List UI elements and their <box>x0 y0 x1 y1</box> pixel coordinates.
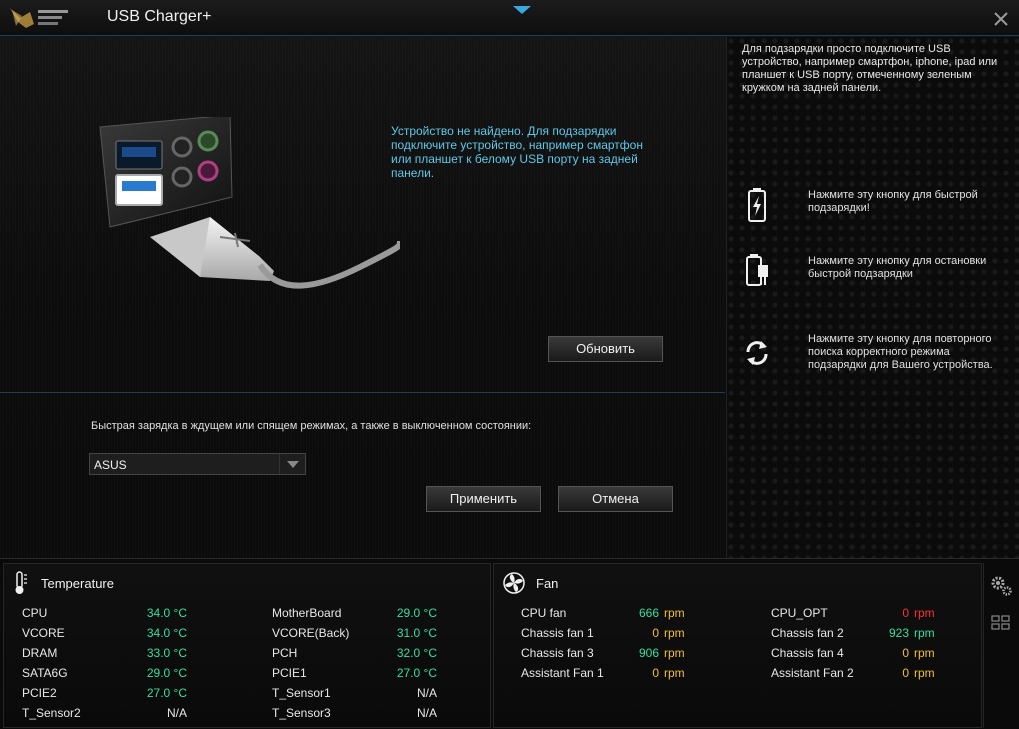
cancel-button[interactable]: Отмена <box>558 486 673 512</box>
apply-button[interactable]: Применить <box>426 486 541 512</box>
fan-label: CPU fan <box>521 606 567 620</box>
temp-label: PCIE1 <box>272 666 307 680</box>
temp-label: T_Sensor1 <box>272 686 331 700</box>
fan-unit: rpm <box>664 646 685 660</box>
collapse-arrow-icon[interactable] <box>513 6 531 14</box>
charge-mode-value: ASUS <box>94 458 127 472</box>
temp-label: DRAM <box>22 646 58 660</box>
fan-value: 0 <box>902 606 909 620</box>
fan-unit: rpm <box>914 606 935 620</box>
temp-label: SATA6G <box>22 666 68 680</box>
temp-label: T_Sensor3 <box>272 706 331 720</box>
fan-unit: rpm <box>914 646 935 660</box>
temp-value: 33.0 °C <box>146 646 187 660</box>
title-bar: USB Charger+ <box>0 0 1019 36</box>
refresh-icon[interactable] <box>742 335 772 371</box>
fan-label: Chassis fan 4 <box>771 646 844 660</box>
divider <box>0 392 725 393</box>
fan-value: 0 <box>902 646 909 660</box>
fan-value: 0 <box>652 666 659 680</box>
temp-value: 29.0 °C <box>396 606 437 620</box>
temp-value: 27.0 °C <box>146 686 187 700</box>
usb-port-illustration <box>99 117 400 289</box>
temp-label: PCH <box>272 646 298 660</box>
temperature-section: Temperature CPU 34.0 °C VCORE 34.0 °C DR… <box>3 563 491 728</box>
legend-stop-charge: Нажмите эту кнопку для остановки быстрой… <box>727 253 1019 313</box>
monitor-side-toolbar <box>983 563 1018 728</box>
temp-value: 29.0 °C <box>146 666 187 680</box>
fan-unit: rpm <box>664 666 685 680</box>
temp-label: MotherBoard <box>272 606 342 620</box>
fan-unit: rpm <box>914 666 935 680</box>
charge-mode-label: Быстрая зарядка в ждущем или спящем режи… <box>91 420 532 432</box>
fan-value: 0 <box>652 626 659 640</box>
fan-section: Fan CPU fan 666 rpm Chassis fan 1 0 rpm … <box>493 563 982 728</box>
fan-label: Assistant Fan 1 <box>521 666 604 680</box>
temp-value: N/A <box>416 706 437 720</box>
usb-charger-window: USB Charger+ Устройство не найдено. Для … <box>0 0 1019 729</box>
fan-label: Chassis fan 2 <box>771 626 844 640</box>
legend-fast-charge-text: Нажмите эту кнопку для быстрой подзарядк… <box>808 189 978 214</box>
fan-value: 923 <box>888 626 909 640</box>
legend-stop-charge-text: Нажмите эту кнопку для остановки быстрой… <box>808 255 987 280</box>
chevron-down-icon[interactable] <box>279 454 305 474</box>
fan-label: Chassis fan 3 <box>521 646 594 660</box>
fan-icon <box>503 572 525 594</box>
temp-value: 34.0 °C <box>146 626 187 640</box>
help-panel: Для подзарядки просто подключите USB уст… <box>726 37 1019 558</box>
temp-value: 27.0 °C <box>396 666 437 680</box>
legend-rescan: Нажмите эту кнопку для повторного поиска… <box>727 333 1019 393</box>
temp-label: CPU <box>22 606 48 620</box>
temp-label: VCORE(Back) <box>272 626 350 640</box>
temp-label: VCORE <box>22 626 65 640</box>
fan-label: CPU_OPT <box>771 606 828 620</box>
status-message: Устройство не найдено. Для подзарядки по… <box>391 124 643 180</box>
temp-value: 31.0 °C <box>396 626 437 640</box>
temp-value: 32.0 °C <box>396 646 437 660</box>
fan-unit: rpm <box>664 606 685 620</box>
temp-label: PCIE2 <box>22 686 57 700</box>
fan-title: Fan <box>536 576 559 591</box>
gear-icon[interactable] <box>989 573 1013 597</box>
fan-unit: rpm <box>664 626 685 640</box>
temp-value: N/A <box>166 706 187 720</box>
battery-plug-icon[interactable] <box>742 253 772 289</box>
fan-value: 906 <box>638 646 659 660</box>
main-panel: Устройство не найдено. Для подзарядки по… <box>0 37 725 558</box>
fan-value: 0 <box>902 666 909 680</box>
fan-label: Assistant Fan 2 <box>771 666 854 680</box>
layout-grid-icon[interactable] <box>991 615 1011 631</box>
monitor-panel: Temperature CPU 34.0 °C VCORE 34.0 °C DR… <box>0 558 1019 729</box>
fan-value: 666 <box>638 606 659 620</box>
temperature-title: Temperature <box>41 576 114 591</box>
thermometer-icon <box>15 571 27 594</box>
refresh-button[interactable]: Обновить <box>548 336 663 362</box>
legend-rescan-text: Нажмите эту кнопку для повторного поиска… <box>808 333 993 371</box>
window-title: USB Charger+ <box>107 8 212 25</box>
fan-label: Chassis fan 1 <box>521 626 594 640</box>
temp-label: T_Sensor2 <box>22 706 81 720</box>
legend-fast-charge: Нажмите эту кнопку для быстрой подзарядк… <box>727 187 1019 247</box>
battery-bolt-icon[interactable] <box>742 187 772 223</box>
tuf-logo-icon <box>10 8 68 28</box>
help-intro: Для подзарядки просто подключите USB уст… <box>742 43 998 94</box>
charge-mode-select[interactable]: ASUS <box>89 453 306 475</box>
temp-value: N/A <box>416 686 437 700</box>
close-icon[interactable] <box>991 9 1011 29</box>
fan-unit: rpm <box>914 626 935 640</box>
temp-value: 34.0 °C <box>146 606 187 620</box>
